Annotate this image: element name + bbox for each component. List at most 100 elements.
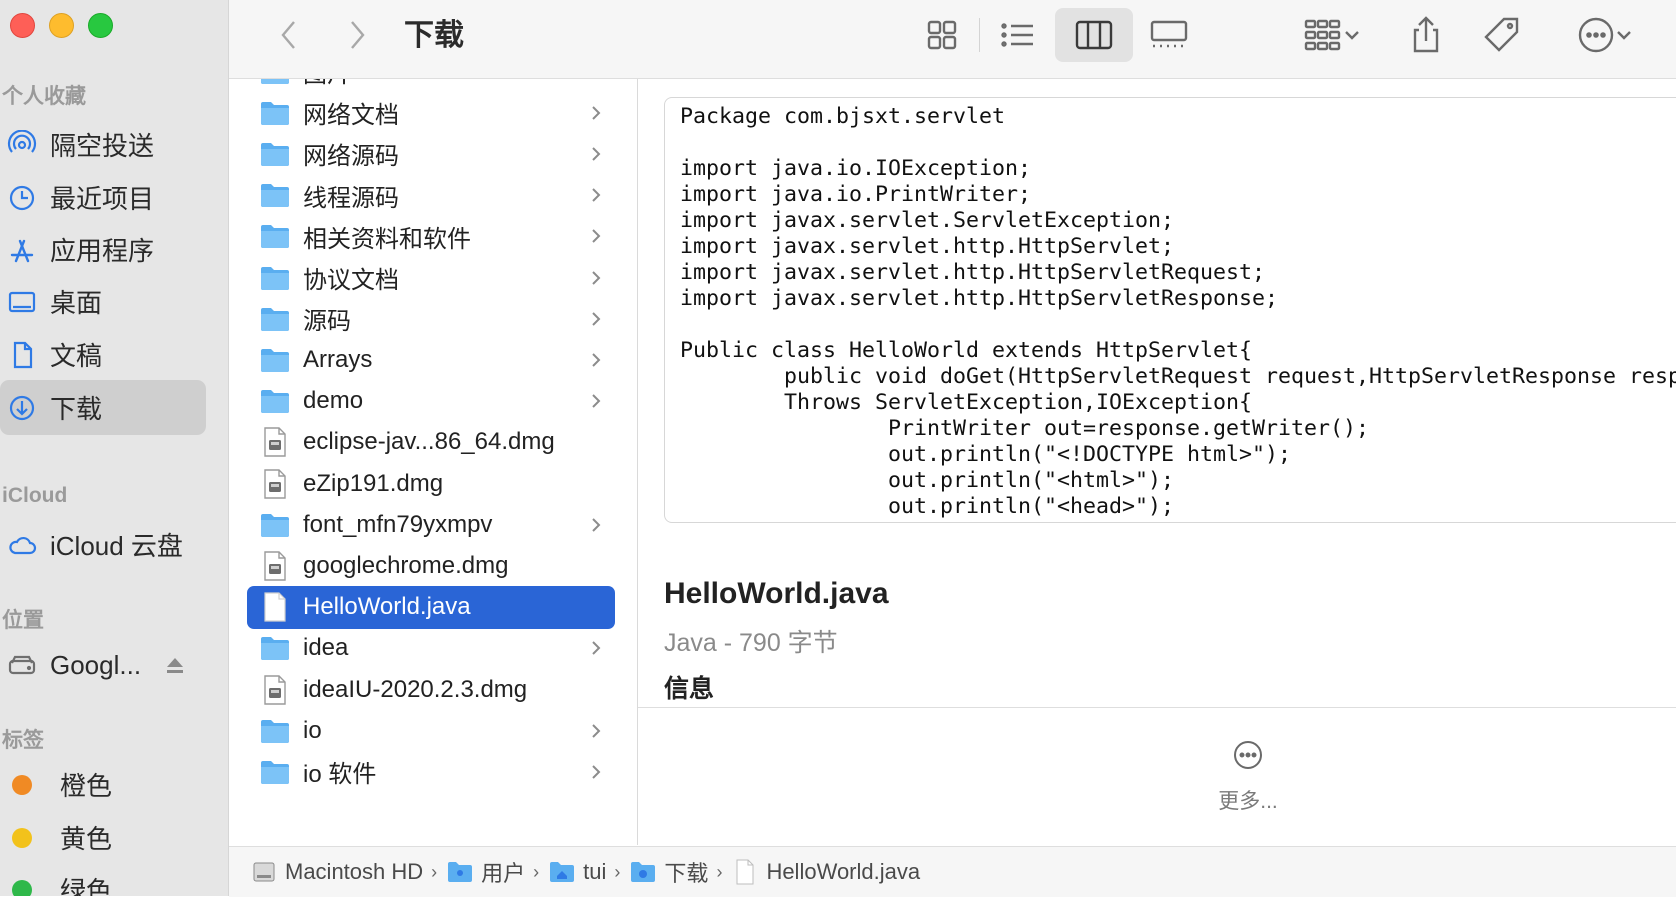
more-button[interactable]: 更多...: [1178, 739, 1318, 829]
more-label: 更多...: [1218, 790, 1278, 813]
file-name: 网络文档: [303, 102, 399, 130]
file-row[interactable]: googlechrome.dmg: [247, 544, 615, 587]
folder-row[interactable]: 线程源码: [247, 174, 615, 217]
sidebar-item-google-drive[interactable]: Googl...: [0, 638, 206, 693]
sidebar-item-documents[interactable]: 文稿: [0, 327, 206, 382]
more-actions-button[interactable]: [1565, 8, 1645, 62]
folder-icon: [259, 97, 291, 129]
window-title: 下载: [404, 19, 464, 52]
preview-info-heading: 信息: [664, 675, 715, 703]
applications-icon: [7, 235, 37, 265]
sidebar-item-label: 橙色: [60, 771, 113, 801]
file-name: 线程源码: [303, 184, 399, 212]
sidebar-section-locations: 位置: [2, 609, 44, 632]
sidebar-item-downloads[interactable]: 下载: [0, 380, 206, 435]
folder-row[interactable]: 源码: [247, 297, 615, 340]
folder-icon: [259, 509, 291, 541]
folder-icon: [259, 262, 291, 294]
list-view-button[interactable]: [991, 8, 1045, 62]
path-crumb[interactable]: 用户: [447, 856, 525, 888]
tag-button[interactable]: [1477, 8, 1527, 62]
path-separator: ›: [533, 861, 540, 882]
file-row[interactable]: HelloWorld.java: [247, 585, 615, 629]
folder-row[interactable]: 网络文档: [247, 91, 615, 134]
toolbar-divider: [979, 18, 980, 52]
sidebar-item-tag-yellow[interactable]: 黄色: [0, 810, 206, 865]
path-crumb[interactable]: 下载: [630, 856, 708, 888]
gallery-view-button[interactable]: [1139, 8, 1199, 62]
sidebar-item-recents[interactable]: 最近项目: [0, 170, 206, 225]
file-row[interactable]: eclipse-jav...86_64.dmg: [247, 421, 615, 464]
chevron-right-icon: [592, 147, 601, 161]
sidebar-item-tag-orange[interactable]: 橙色: [0, 757, 206, 812]
code-preview[interactable]: Package com.bjsxt.servlet import java.io…: [664, 97, 1676, 523]
sidebar-item-label: 桌面: [50, 288, 103, 318]
close-window-button[interactable]: [10, 13, 35, 38]
chevron-right-icon: [592, 270, 601, 285]
download-icon: [7, 393, 37, 423]
sidebar-item-airdrop[interactable]: 隔空投送: [0, 117, 206, 172]
folder-row[interactable]: 相关资料和软件: [247, 215, 615, 258]
sidebar-section-tags: 标签: [2, 729, 44, 752]
minimize-window-button[interactable]: [49, 13, 74, 38]
eject-icon[interactable]: [164, 654, 186, 676]
toolbar: 下载: [229, 0, 1676, 79]
group-grid-icon: [1304, 19, 1341, 51]
folder-row[interactable]: io: [247, 709, 615, 752]
folder-row[interactable]: io 软件: [247, 750, 615, 793]
column-view-button[interactable]: [1055, 8, 1133, 62]
sidebar-item-label: 文稿: [50, 341, 103, 371]
file-icon: [259, 591, 291, 623]
disk-image-icon: [259, 468, 291, 500]
sidebar-item-icloud-drive[interactable]: iCloud 云盘: [0, 517, 206, 572]
path-bar: Macintosh HD › 用户 › tui › 下载 › HelloWorld.java: [229, 846, 1676, 897]
path-crumb[interactable]: HelloWorld.java: [732, 859, 920, 885]
folder-row[interactable]: Arrays: [247, 338, 615, 381]
group-button[interactable]: [1294, 8, 1370, 62]
folder-icon: [259, 756, 291, 788]
path-separator: ›: [431, 861, 438, 882]
file-name: font_mfn79yxmpv: [303, 510, 493, 538]
grid-icon: [927, 20, 957, 50]
chevron-right-icon: [592, 353, 601, 367]
folder-icon: [259, 220, 291, 252]
chevron-right-icon: [351, 21, 365, 49]
folder-row[interactable]: 协议文档: [247, 256, 615, 299]
sidebar-item-label: 黄色: [60, 824, 113, 854]
folder-row[interactable]: font_mfn79yxmpv: [247, 503, 615, 546]
tag-icon: [1484, 17, 1519, 52]
file-name: io: [303, 716, 322, 744]
chevron-right-icon: [592, 765, 601, 779]
disk-image-icon: [259, 674, 291, 706]
file-name: 图片: [303, 79, 589, 89]
path-crumb[interactable]: Macintosh HD: [251, 859, 423, 885]
preview-filename: HelloWorld.java: [664, 577, 889, 610]
sidebar-item-applications[interactable]: 应用程序: [0, 222, 206, 277]
sidebar-item-tag-green[interactable]: 绿色: [0, 862, 206, 896]
file-name: idea: [303, 634, 349, 662]
chevron-left-icon: [281, 21, 295, 49]
path-crumb[interactable]: tui: [549, 859, 606, 885]
folder-row[interactable]: demo: [247, 380, 615, 423]
file-name: 源码: [303, 308, 351, 336]
file-column[interactable]: 图片网络文档网络源码线程源码相关资料和软件协议文档源码 Arrays demo ecl…: [229, 79, 638, 845]
chevron-right-icon: [592, 311, 601, 326]
file-name: 相关资料和软件: [303, 225, 471, 253]
share-button[interactable]: [1401, 8, 1451, 62]
folder-icon: [259, 632, 291, 664]
forward-button[interactable]: [337, 8, 377, 62]
folder-row[interactable]: 网络源码: [247, 132, 615, 175]
file-row[interactable]: ideaIU-2020.2.3.dmg: [247, 668, 615, 711]
file-row[interactable]: eZip191.dmg: [247, 462, 615, 505]
sidebar-item-desktop[interactable]: 桌面: [0, 274, 206, 329]
back-button[interactable]: [269, 8, 309, 62]
folder-row[interactable]: idea: [247, 627, 615, 670]
gallery-icon: [1150, 20, 1188, 48]
icon-view-button[interactable]: [915, 8, 969, 62]
zoom-window-button[interactable]: [88, 13, 113, 38]
sidebar: 个人收藏 隔空投送 最近项目 应用程序 桌面 文稿 下载 iCloud iClo…: [0, 0, 229, 896]
divider: [638, 707, 1676, 708]
chevron-right-icon: [592, 188, 601, 202]
preview-file-meta: Java - 790 字节: [664, 629, 838, 657]
sidebar-section-favorites: 个人收藏: [2, 85, 86, 108]
